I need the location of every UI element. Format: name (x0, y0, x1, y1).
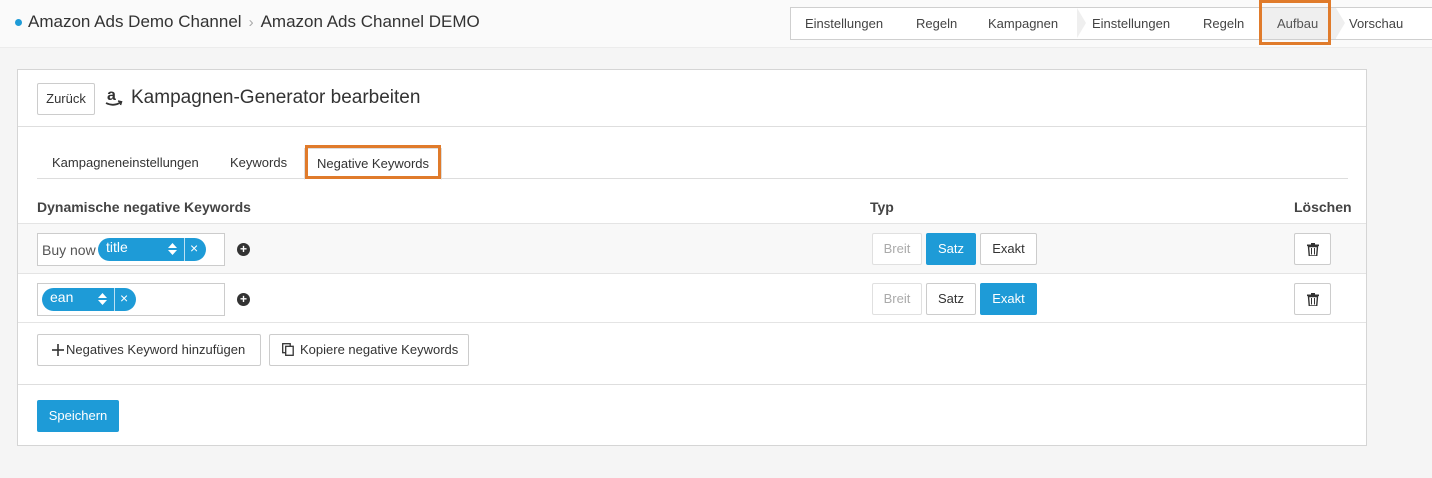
column-header-keywords: Dynamische negative Keywords (37, 199, 251, 215)
keyword-input[interactable]: ean × + (37, 283, 250, 316)
breadcrumb-channel[interactable]: Amazon Ads Demo Channel (28, 12, 242, 32)
sort-updown-icon[interactable] (98, 293, 107, 305)
divider (18, 384, 1366, 385)
column-header-type: Typ (870, 199, 894, 215)
keyword-text: Buy now (42, 242, 96, 258)
table-row: Buy now title × + Breit Satz Exakt (18, 223, 1366, 273)
step-einstellungen-1[interactable]: Einstellungen (791, 8, 901, 39)
step-navigation: Einstellungen Regeln Kampagnen Einstellu… (790, 7, 1432, 40)
copy-icon (282, 343, 294, 357)
keyword-variable-pill[interactable]: ean × (42, 288, 136, 311)
pill-label: title (106, 239, 128, 255)
back-button[interactable]: Zurück (37, 83, 95, 115)
table-row: ean × + Breit Satz Exakt (18, 273, 1366, 323)
step-regeln-2[interactable]: Regeln (1190, 8, 1271, 39)
add-negative-keyword-label: Negatives Keyword hinzufügen (66, 342, 246, 357)
add-variable-icon[interactable]: + (237, 293, 250, 306)
save-button[interactable]: Speichern (37, 400, 119, 432)
status-dot (15, 18, 22, 26)
copy-negative-keywords-button[interactable]: Kopiere negative Keywords (269, 334, 469, 366)
keyword-input[interactable]: Buy now title × + (37, 233, 250, 266)
add-variable-icon[interactable]: + (237, 243, 250, 256)
breadcrumb-current: Amazon Ads Channel DEMO (260, 12, 480, 31)
chevron-right-icon: › (248, 13, 254, 31)
amazon-logo-icon: a (105, 86, 123, 108)
tab-kampagneneinstellungen[interactable]: Kampagneneinstellungen (52, 148, 199, 179)
remove-pill-icon[interactable]: × (190, 240, 198, 256)
trash-icon (1307, 243, 1319, 256)
campaign-generator-card: Zurück a Kampagnen-Generator bearbeiten … (17, 69, 1367, 446)
delete-button[interactable] (1294, 233, 1331, 265)
step-vorschau[interactable]: Vorschau (1336, 8, 1432, 39)
keyword-variable-pill[interactable]: title × (98, 238, 206, 261)
step-kampagnen[interactable]: Kampagnen (974, 8, 1086, 39)
type-satz-button[interactable]: Satz (926, 233, 976, 265)
plus-icon (52, 343, 64, 356)
highlight-box-tab (305, 145, 441, 179)
type-breit-button[interactable]: Breit (872, 233, 922, 265)
add-negative-keyword-button[interactable]: Negatives Keyword hinzufügen (37, 334, 261, 366)
breadcrumb: Amazon Ads Demo Channel › Amazon Ads Cha… (15, 12, 480, 32)
tab-bar: Kampagneneinstellungen Keywords Negative… (37, 148, 1348, 180)
type-satz-button[interactable]: Satz (926, 283, 976, 315)
step-regeln-1[interactable]: Regeln (901, 8, 974, 39)
tab-keywords[interactable]: Keywords (230, 148, 287, 179)
top-bar: Amazon Ads Demo Channel › Amazon Ads Cha… (0, 0, 1432, 48)
step-einstellungen-2[interactable]: Einstellungen (1077, 8, 1190, 39)
type-breit-button[interactable]: Breit (872, 283, 922, 315)
trash-icon (1307, 293, 1319, 306)
column-header-delete: Löschen (1294, 199, 1352, 215)
remove-pill-icon[interactable]: × (120, 290, 128, 306)
page-title: Kampagnen-Generator bearbeiten (131, 87, 421, 108)
type-exakt-button[interactable]: Exakt (980, 233, 1037, 265)
copy-negative-keywords-label: Kopiere negative Keywords (300, 342, 459, 357)
pill-label: ean (50, 289, 74, 305)
type-exakt-button[interactable]: Exakt (980, 283, 1037, 315)
svg-text:a: a (107, 87, 116, 104)
card-header: Zurück a Kampagnen-Generator bearbeiten (18, 70, 1366, 127)
delete-button[interactable] (1294, 283, 1331, 315)
sort-updown-icon[interactable] (168, 243, 177, 255)
